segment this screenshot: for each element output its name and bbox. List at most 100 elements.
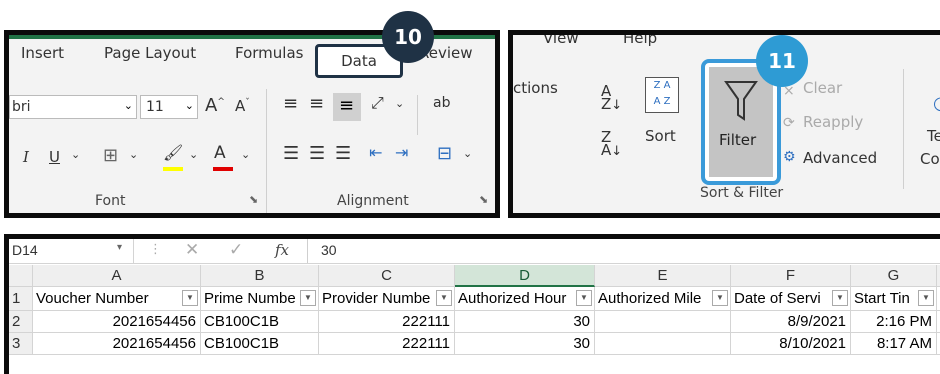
enter-icon[interactable]: ✓ xyxy=(229,240,243,260)
text-to-columns-icon[interactable]: ◔ xyxy=(933,93,940,114)
tab-help[interactable]: Help xyxy=(623,35,657,47)
filter-dropdown-icon[interactable]: ▼ xyxy=(832,290,848,306)
dialog-launcher-icon[interactable]: ⬊ xyxy=(479,193,488,206)
merge-center-icon[interactable]: ⊟ xyxy=(437,143,452,164)
header-cell-date-of-service[interactable]: Date of Servi ▼ xyxy=(731,287,851,311)
corner-cell[interactable] xyxy=(9,265,33,287)
cell-g3[interactable]: 8:17 AM xyxy=(851,333,937,355)
advanced-label[interactable]: Advanced xyxy=(803,149,877,167)
cell-b3[interactable]: CB100C1B xyxy=(201,333,319,355)
chevron-down-icon[interactable]: ⌄ xyxy=(463,147,472,160)
sort-button[interactable]: Z AA Z Sort xyxy=(639,75,683,151)
align-center-icon[interactable]: ☰ xyxy=(309,143,325,164)
row-header-1[interactable]: 1 xyxy=(9,287,33,311)
sort-z-to-a-icon[interactable]: Z A↓ xyxy=(601,130,622,159)
cell-b2[interactable]: CB100C1B xyxy=(201,311,319,333)
font-name-box[interactable]: bri ⌄ xyxy=(9,95,137,119)
header-cell-provider-number[interactable]: Provider Numbe ▼ xyxy=(319,287,455,311)
header-cell-prime-number[interactable]: Prime Numbe ▼ xyxy=(201,287,319,311)
funnel-icon xyxy=(724,81,758,121)
chevron-down-icon[interactable]: ⌄ xyxy=(129,148,138,161)
cell-a2[interactable]: 2021654456 xyxy=(33,311,201,333)
filter-dropdown-icon[interactable]: ▼ xyxy=(918,290,934,306)
filter-dropdown-icon[interactable]: ▼ xyxy=(712,290,728,306)
filter-dropdown-icon[interactable]: ▼ xyxy=(300,290,316,306)
chevron-down-icon[interactable]: ⌄ xyxy=(71,148,80,161)
column-header-a[interactable]: A xyxy=(33,265,201,287)
header-cell-authorized-miles[interactable]: Authorized Mile ▼ xyxy=(595,287,731,311)
borders-icon[interactable]: ⊞ xyxy=(103,145,118,166)
wrap-text-icon[interactable]: ab xyxy=(433,95,450,111)
reapply-icon[interactable]: ⟳ xyxy=(783,115,795,131)
filter-dropdown-icon[interactable]: ▼ xyxy=(436,290,452,306)
row-header-2[interactable]: 2 xyxy=(9,311,33,333)
sort-a-to-z-icon[interactable]: A Z↓ xyxy=(601,84,622,113)
tab-view[interactable]: View xyxy=(543,35,579,47)
decrease-indent-icon[interactable]: ⇤ xyxy=(369,143,382,162)
decrease-font-size-icon[interactable]: Aˇ xyxy=(235,97,250,115)
name-box[interactable]: D14 ▾ xyxy=(9,239,134,263)
cell-f2[interactable]: 8/9/2021 xyxy=(731,311,851,333)
cell-a3[interactable]: 2021654456 xyxy=(33,333,201,355)
chevron-down-icon[interactable]: ⌄ xyxy=(189,148,198,161)
dialog-launcher-icon[interactable]: ⬊ xyxy=(249,193,258,206)
clear-label[interactable]: Clear xyxy=(803,79,842,97)
filter-label: Filter xyxy=(719,131,757,149)
orientation-icon[interactable]: ⤢ xyxy=(371,93,384,113)
font-color-bar xyxy=(213,167,233,171)
increase-font-size-icon[interactable]: A^ xyxy=(205,95,225,116)
column-header-d[interactable]: D xyxy=(455,265,595,287)
column-header-b[interactable]: B xyxy=(201,265,319,287)
align-right-icon[interactable]: ☰ xyxy=(335,143,351,164)
cell-g2[interactable]: 2:16 PM xyxy=(851,311,937,333)
align-left-icon[interactable]: ☰ xyxy=(283,143,299,164)
italic-icon[interactable]: I xyxy=(23,148,29,166)
cell-c2[interactable]: 222111 xyxy=(319,311,455,333)
align-top-icon[interactable]: ≡ xyxy=(283,93,298,114)
align-middle-icon[interactable]: ≡ xyxy=(309,93,324,114)
header-text: Authorized Hour xyxy=(458,290,567,307)
align-bottom-button[interactable]: ≡ xyxy=(333,93,361,121)
header-cell-start-time[interactable]: Start Tin ▼ xyxy=(851,287,937,311)
tab-formulas[interactable]: Formulas xyxy=(235,44,303,62)
reapply-label[interactable]: Reapply xyxy=(803,113,863,131)
header-text: Authorized Mile xyxy=(598,290,702,307)
fill-color-icon[interactable]: 🖌 xyxy=(163,143,183,162)
font-color-icon[interactable]: A xyxy=(214,143,226,163)
cancel-icon[interactable]: ✕ xyxy=(185,240,199,260)
column-header-e[interactable]: E xyxy=(595,265,731,287)
chevron-down-icon[interactable]: ⌄ xyxy=(241,148,250,161)
formula-value[interactable]: 30 xyxy=(321,242,337,258)
chevron-down-icon: ▾ xyxy=(117,242,123,253)
cell-c3[interactable]: 222111 xyxy=(319,333,455,355)
header-cell-voucher-number[interactable]: Voucher Number ▼ xyxy=(33,287,201,311)
font-size-box[interactable]: 11 ⌄ xyxy=(140,95,198,119)
header-text: Date of Servi xyxy=(734,290,821,307)
chevron-down-icon[interactable]: ⌄ xyxy=(395,97,404,110)
filter-dropdown-icon[interactable]: ▼ xyxy=(182,290,198,306)
increase-indent-icon[interactable]: ⇥ xyxy=(395,143,408,162)
tab-insert[interactable]: Insert xyxy=(21,44,64,62)
cell-d3[interactable]: 30 xyxy=(455,333,595,355)
more-options-icon: ⋮ xyxy=(149,242,162,257)
cell-f3[interactable]: 8/10/2021 xyxy=(731,333,851,355)
cell-d2[interactable]: 30 xyxy=(455,311,595,333)
cell-e3[interactable] xyxy=(595,333,731,355)
column-header-g[interactable]: G xyxy=(851,265,937,287)
cell-e2[interactable] xyxy=(595,311,731,333)
header-cell-authorized-hours[interactable]: Authorized Hour ▼ xyxy=(455,287,595,311)
insert-function-icon[interactable]: fx xyxy=(275,241,289,259)
ribbon-panel-data: View Help ctions A Z↓ Z A↓ Z AA Z Sort Fil… xyxy=(508,30,940,218)
row-header-3[interactable]: 3 xyxy=(9,333,33,355)
advanced-filter-icon[interactable]: ⚙ xyxy=(783,149,796,165)
fill-color-bar xyxy=(163,167,183,171)
underline-icon[interactable]: U xyxy=(49,148,60,166)
filter-dropdown-icon[interactable]: ▼ xyxy=(576,290,592,306)
font-name-value: bri xyxy=(12,99,31,115)
step-badge-10: 10 xyxy=(382,11,434,63)
column-header-f[interactable]: F xyxy=(731,265,851,287)
spreadsheet-panel: D14 ▾ ⋮ ✕ ✓ fx 30 A B C D E F G 1 Vouche… xyxy=(4,234,940,374)
step-badge-11: 11 xyxy=(756,35,808,87)
tab-page-layout[interactable]: Page Layout xyxy=(104,44,196,62)
column-header-c[interactable]: C xyxy=(319,265,455,287)
